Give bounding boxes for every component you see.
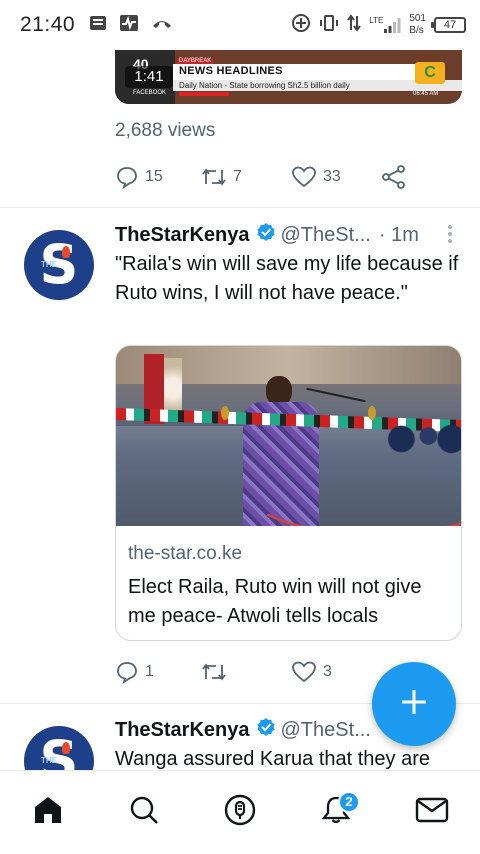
tweet-actions: 1 3 <box>115 657 415 687</box>
retweet-button[interactable]: 7 <box>201 162 291 192</box>
video-clock: 06:45 AM <box>413 91 439 97</box>
compose-tweet-button[interactable] <box>372 662 456 746</box>
mail-icon <box>415 796 449 829</box>
link-card[interactable]: the-star.co.ke Elect Raila, Ruto win wil… <box>115 345 462 641</box>
data-arrows-icon <box>347 13 362 37</box>
tweet-actions: 15 7 33 <box>115 162 415 192</box>
battery-level: 47 <box>443 19 457 31</box>
network-speed: 501 B/s <box>409 13 426 37</box>
home-icon <box>32 794 64 831</box>
nav-search[interactable] <box>120 789 168 837</box>
tweet-divider <box>0 207 480 208</box>
plus-icon <box>399 687 429 722</box>
avatar-accent <box>62 246 70 258</box>
timestamp-separator: · <box>378 223 386 246</box>
avatar-accent <box>62 742 70 754</box>
missed-call-icon <box>151 16 173 35</box>
reply-icon <box>115 660 139 684</box>
reply-count: 15 <box>145 168 163 185</box>
like-button[interactable]: 3 <box>291 657 381 687</box>
reply-icon <box>115 165 139 189</box>
status-bar: 21:40 LTE 501 B/s 47 <box>0 0 480 50</box>
data-saver-icon <box>291 13 311 38</box>
notification-badge: 2 <box>338 790 360 813</box>
verified-badge-icon <box>256 717 276 743</box>
verified-badge-icon <box>256 222 276 248</box>
reply-count: 1 <box>145 663 154 680</box>
nav-spaces[interactable] <box>216 789 264 837</box>
video-duration: 1:41 <box>125 66 173 88</box>
avatar-small-text: THE <box>41 260 57 269</box>
nav-home[interactable] <box>24 789 72 837</box>
channel-logo: C <box>415 62 445 84</box>
like-button[interactable]: 33 <box>291 162 381 192</box>
video-source-label: FACEBOOK <box>133 90 167 96</box>
status-left-icons <box>89 14 173 37</box>
avatar[interactable]: S THE <box>24 230 94 300</box>
network-type: LTE <box>369 16 384 25</box>
vibrate-icon <box>319 14 339 37</box>
status-right: LTE 501 B/s 47 <box>291 13 466 38</box>
heart-icon <box>291 660 317 684</box>
speed-unit: B/s <box>409 25 424 36</box>
view-count: 2,688 views <box>115 120 216 141</box>
speed-value: 501 <box>409 13 426 24</box>
retweet-count: 7 <box>233 168 242 185</box>
microphone-icon <box>223 793 257 832</box>
nav-messages[interactable] <box>408 789 456 837</box>
more-options-icon[interactable] <box>443 222 457 246</box>
tweet-text: "Raila's win will save my life because i… <box>115 253 459 304</box>
video-thumbnail[interactable]: 40 DAYBREAK NEWS HEADLINES Daily Nation … <box>115 50 462 104</box>
timestamp-value: 1m <box>391 223 419 246</box>
avatar-small-text: THE <box>41 756 57 765</box>
tweet-timestamp: · 1m <box>379 224 419 247</box>
retweet-icon <box>201 661 227 683</box>
tweet-handle[interactable]: @TheSt... <box>281 719 371 742</box>
tweet-header: TheStarKenya @TheSt... <box>115 717 371 743</box>
link-card-title: Elect Raila, Ruto win will not give me p… <box>128 576 422 627</box>
tweet-handle[interactable]: @TheSt... <box>281 224 371 247</box>
avatar-letter: S <box>39 233 79 296</box>
reply-button[interactable]: 15 <box>115 162 201 192</box>
heart-icon <box>291 165 317 189</box>
share-icon <box>381 164 407 190</box>
nav-notifications[interactable]: 2 <box>312 789 360 837</box>
search-icon <box>128 794 160 831</box>
video-headline: NEWS HEADLINES <box>179 65 283 77</box>
activity-icon <box>119 14 139 37</box>
tweet-author-name[interactable]: TheStarKenya <box>115 224 250 247</box>
share-button[interactable] <box>381 162 407 192</box>
retweet-icon <box>201 166 227 188</box>
status-time: 21:40 <box>20 13 76 36</box>
ticker-accent <box>179 92 229 96</box>
retweet-button[interactable] <box>201 657 291 687</box>
reply-button[interactable]: 1 <box>115 657 201 687</box>
signal-icon: LTE <box>369 16 401 33</box>
battery-icon: 47 <box>431 17 466 33</box>
link-card-image <box>116 346 461 526</box>
tweet-author-name[interactable]: TheStarKenya <box>115 719 250 742</box>
link-card-domain: the-star.co.ke <box>128 543 243 564</box>
tweet-header: TheStarKenya @TheSt... · 1m <box>115 222 419 248</box>
bottom-navigation: 2 <box>0 770 480 854</box>
like-count: 3 <box>323 663 332 680</box>
like-count: 33 <box>323 168 341 185</box>
daybreak-label: DAYBREAK <box>177 58 214 64</box>
message-icon <box>89 14 107 37</box>
